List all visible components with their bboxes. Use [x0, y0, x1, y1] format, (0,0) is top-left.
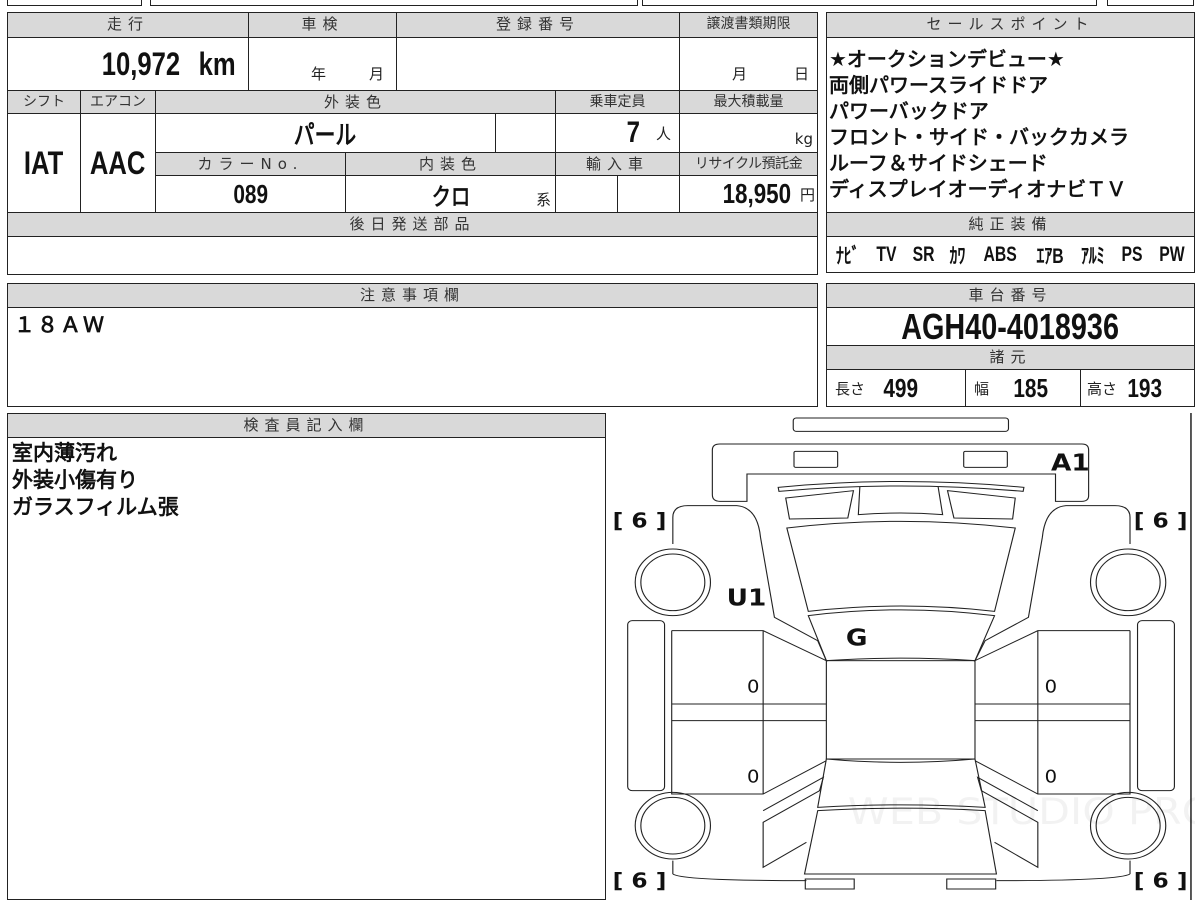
exterior-color-value: パール	[155, 113, 496, 153]
color-no-value: 089	[155, 175, 346, 213]
sales-points-list: ★オークションデビュー★ 両側パワースライドドア パワーバックドア フロント・サ…	[826, 37, 1195, 213]
equipment-item: ABS	[983, 242, 1017, 266]
equipment-item: PS	[1121, 242, 1143, 266]
spec-width: 幅 185	[965, 369, 1081, 407]
tire-tread-rear-left: [ 6 ]	[613, 870, 666, 893]
equipment-list: ﾅﾋﾞ TV SR ｶﾜ ABS ｴｱB ｱﾙﾐ PS PW	[826, 236, 1195, 273]
transfer-deadline-value: 月日	[679, 37, 818, 91]
header-recycle: リサイクル預託金	[679, 152, 818, 176]
top-strip-box-3	[642, 0, 1097, 6]
right-side-step	[1136, 620, 1175, 792]
header-notes: 注意事項欄	[7, 283, 818, 308]
top-strip-box-2	[150, 0, 638, 6]
header-max-load: 最大積載量	[679, 90, 818, 114]
header-registration: 登録番号	[396, 12, 680, 38]
door-mark-rr: 0	[1045, 767, 1057, 787]
exterior-color-extra	[495, 113, 556, 153]
top-strip-box-4	[1107, 0, 1194, 6]
import-value-1	[555, 175, 618, 213]
damage-mark-left-front: U1	[727, 584, 767, 611]
header-capacity: 乗車定員	[555, 90, 680, 114]
sales-point: パワーバックドア	[829, 99, 989, 123]
car-damage-diagram: WEB STUDIO PRO A1 U1 G 0 0 0 0 [ 6 ] [ 6…	[613, 413, 1195, 900]
tire-tread-rear-right: [ 6 ]	[1134, 870, 1188, 893]
header-interior-color: 内装色	[345, 152, 556, 176]
equipment-item: ｱﾙﾐ	[1081, 244, 1105, 268]
sales-point: ディスプレイオーディオナビＴＶ	[829, 177, 1127, 201]
header-specs: 諸元	[826, 345, 1195, 370]
equipment-item: ｴｱB	[1036, 244, 1064, 268]
tire-front-right	[1089, 548, 1167, 617]
door-mark-rf: 0	[1045, 677, 1057, 697]
damage-mark-windshield: G	[846, 624, 868, 651]
tire-tread-front-right: [ 6 ]	[1134, 510, 1188, 533]
inspector-note: 室内薄汚れ	[12, 441, 117, 465]
watermark: WEB STUDIO PRO	[848, 791, 1195, 833]
shift-value: IAT	[7, 113, 81, 213]
mileage-value: 10,972 km	[7, 37, 249, 91]
header-equipment: 純正装備	[826, 212, 1195, 237]
later-parts-value	[7, 236, 818, 275]
top-strip-box-1	[7, 0, 142, 6]
recycle-fee-value: 18,950 円	[679, 175, 818, 213]
inspector-notes: 室内薄汚れ 外装小傷有り ガラスフィルム張	[7, 437, 606, 900]
header-chassis: 車台番号	[826, 283, 1195, 308]
capacity-value: 7人	[555, 113, 680, 153]
left-headlight	[793, 450, 839, 468]
header-color-no: カラーNo.	[155, 152, 346, 176]
equipment-item: TV	[875, 242, 897, 266]
inspector-note: ガラスフィルム張	[12, 495, 179, 519]
import-value-2	[617, 175, 680, 213]
header-sales-points: セールスポイント	[826, 12, 1195, 38]
header-aircon: エアコン	[80, 90, 156, 114]
aircon-value: AAC	[80, 113, 156, 213]
sales-point: ルーフ＆サイドシェード	[829, 151, 1048, 175]
max-load-value: kg	[679, 113, 818, 153]
equipment-item: ﾅﾋﾞ	[835, 244, 860, 268]
sales-point: 両側パワースライドドア	[829, 73, 1048, 97]
front-bumper	[792, 417, 1010, 432]
header-import: 輸入車	[555, 152, 680, 176]
damage-mark-front: A1	[1051, 449, 1090, 476]
header-transfer-deadline: 譲渡書類期限	[679, 12, 818, 38]
chassis-number: AGH40-4018936	[826, 307, 1195, 346]
right-headlight	[963, 450, 1008, 468]
sales-point: フロント・サイド・バックカメラ	[829, 125, 1129, 149]
equipment-item: PW	[1159, 242, 1185, 266]
interior-color-value: クロ系	[345, 175, 556, 213]
spec-height: 高さ 193	[1080, 369, 1195, 407]
left-side-step	[627, 620, 666, 792]
equipment-item: SR	[912, 242, 935, 266]
roof	[825, 660, 976, 760]
header-inspection: 車検	[248, 12, 397, 38]
inspection-value: 年月	[248, 37, 397, 91]
equipment-item: ｶﾜ	[950, 244, 966, 268]
tire-rear-left	[634, 791, 712, 860]
tire-front-left	[634, 548, 712, 617]
registration-value	[396, 37, 680, 91]
spec-length: 長さ 499	[826, 369, 966, 407]
car-outline: WEB STUDIO PRO A1 U1 G 0 0 0 0 [ 6 ] [ 6…	[613, 413, 1195, 900]
header-mileage: 走行	[7, 12, 249, 38]
hood-front	[711, 443, 1090, 502]
inspector-note: 外装小傷有り	[12, 468, 138, 492]
tire-tread-front-left: [ 6 ]	[613, 510, 666, 533]
sales-point: ★オークションデビュー★	[829, 47, 1065, 71]
header-shift: シフト	[7, 90, 81, 114]
notes-value: １８ＡＷ	[7, 307, 818, 407]
header-inspector: 検査員記入欄	[7, 413, 606, 438]
header-exterior-color: 外装色	[155, 90, 556, 114]
windshield	[786, 520, 1016, 612]
header-later-parts: 後日発送部品	[7, 212, 818, 237]
door-mark-lf: 0	[747, 677, 759, 697]
door-mark-lr: 0	[747, 767, 759, 787]
